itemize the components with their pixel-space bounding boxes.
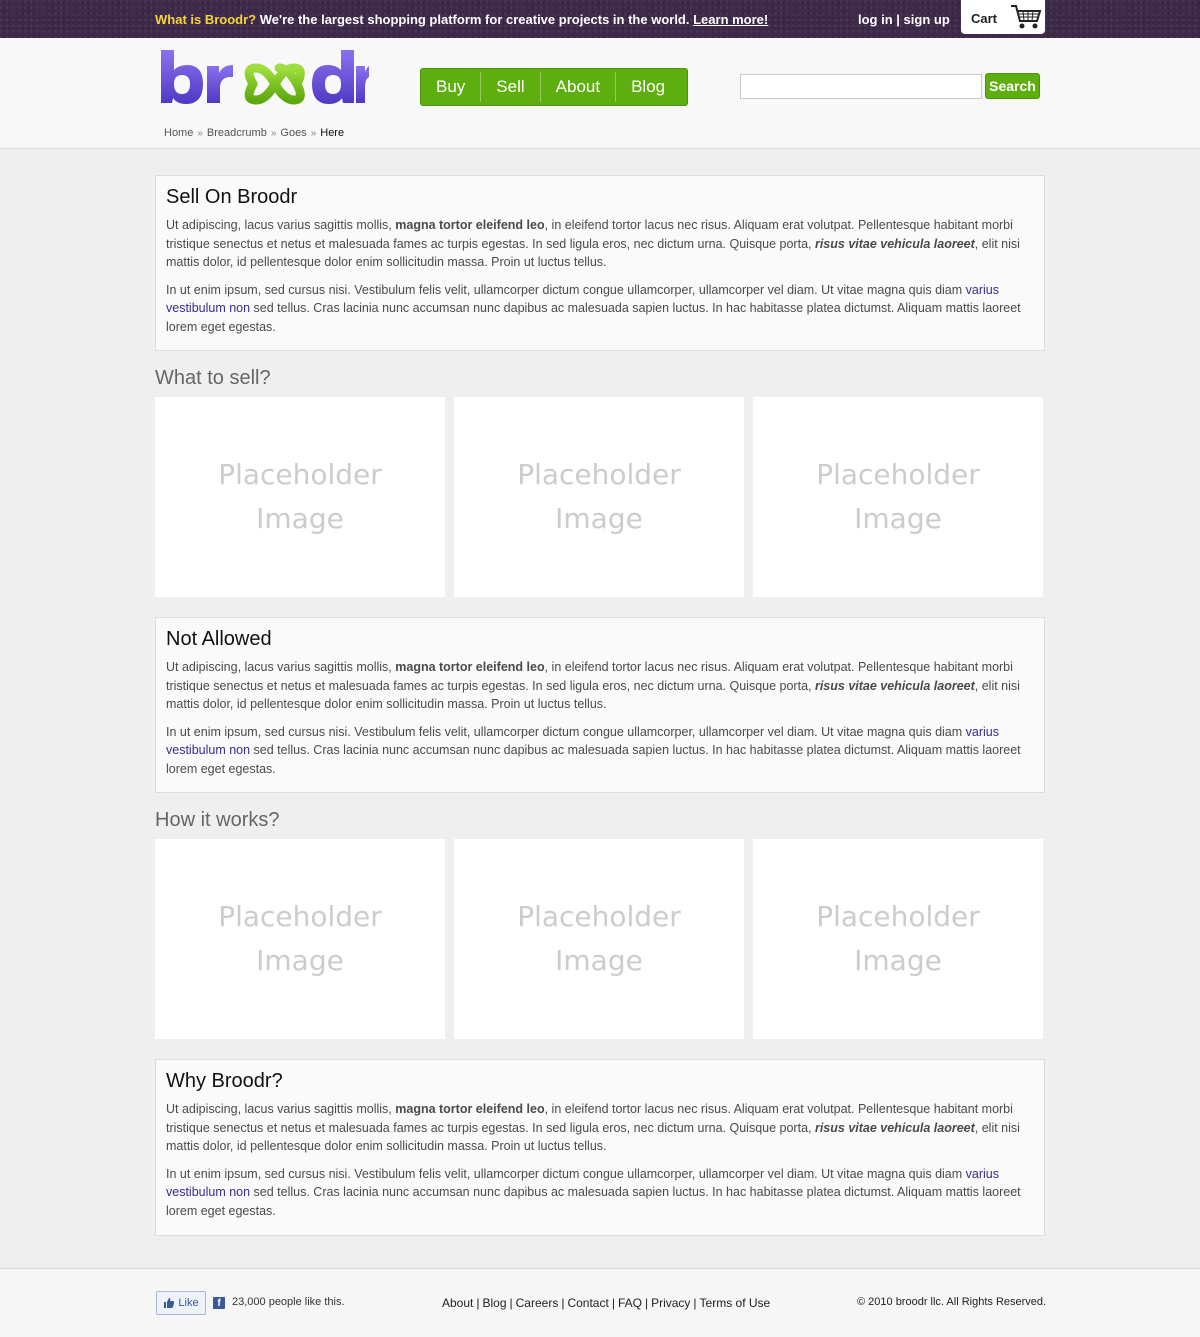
how-it-works-heading: How it works? — [155, 809, 280, 831]
search-input[interactable] — [740, 74, 982, 99]
like-count: 23,000 people like this. — [232, 1296, 345, 1308]
body-paragraph: In ut enim ipsum, sed cursus nisi. Vesti… — [166, 1166, 1021, 1218]
not-allowed-box: Not Allowed Ut adipiscing, lacus varius … — [155, 617, 1045, 793]
facebook-like-button[interactable]: Like — [156, 1291, 206, 1315]
breadcrumb: Home» Breadcrumb» Goes» Here — [164, 127, 344, 139]
why-broodr-box: Why Broodr? Ut adipiscing, lacus varius … — [155, 1059, 1045, 1236]
cart-button[interactable]: Cart — [961, 0, 1045, 34]
nav-sell[interactable]: Sell — [481, 72, 541, 102]
thumbs-up-icon — [164, 1298, 175, 1308]
footer-link-privacy[interactable]: Privacy — [651, 1296, 690, 1310]
placeholder-image[interactable]: Placeholder Image — [155, 397, 445, 597]
learn-more-link[interactable]: Learn more! — [693, 12, 768, 27]
placeholder-image[interactable]: Placeholder Image — [454, 397, 744, 597]
placeholder-image[interactable]: Placeholder Image — [454, 839, 744, 1039]
footer: Like f 23,000 people like this. About | Bl… — [0, 1268, 1200, 1337]
section-heading: Why Broodr? — [166, 1070, 283, 1092]
section-heading: Not Allowed — [166, 628, 272, 650]
top-bar: What is Broodr? We're the largest shoppi… — [0, 0, 1200, 38]
signup-link[interactable]: sign up — [904, 12, 950, 27]
body-paragraph: Ut adipiscing, lacus varius sagittis mol… — [166, 218, 1020, 269]
placeholder-image[interactable]: Placeholder Image — [753, 839, 1043, 1039]
footer-links: About | Blog | Careers | Contact | FAQ | Privacy | T… — [442, 1296, 771, 1310]
breadcrumb-separator: » — [310, 128, 317, 139]
search-button[interactable]: Search — [985, 73, 1040, 99]
what-to-sell-heading: What to sell? — [155, 367, 271, 389]
promo-text: We're the largest shopping platform for … — [256, 12, 694, 27]
nav-blog[interactable]: Blog — [616, 72, 680, 102]
what-to-sell-gallery: Placeholder Image Placeholder Image Placeh… — [155, 397, 1045, 597]
promo-question: What is Broodr? — [155, 12, 257, 27]
section-heading: Sell On Broodr — [166, 186, 298, 208]
placeholder-image[interactable]: Placeholder Image — [155, 839, 445, 1039]
placeholder-image[interactable]: Placeholder Image — [753, 397, 1043, 597]
nav-buy[interactable]: Buy — [421, 72, 482, 102]
auth-separator: | — [892, 12, 904, 27]
body-paragraph: Ut adipiscing, lacus varius sagittis mol… — [166, 660, 1020, 711]
copyright: © 2010 broodr llc. All Rights Reserved. — [857, 1296, 1047, 1308]
footer-link-blog[interactable]: Blog — [482, 1296, 506, 1310]
footer-link-careers[interactable]: Careers — [516, 1296, 559, 1310]
footer-link-faq[interactable]: FAQ — [618, 1296, 642, 1310]
breadcrumb-item[interactable]: Goes — [280, 127, 306, 139]
broodr-logo[interactable] — [157, 46, 369, 112]
how-it-works-gallery: Placeholder Image Placeholder Image Placeh… — [155, 839, 1045, 1039]
footer-link-about[interactable]: About — [442, 1296, 473, 1310]
body-paragraph: In ut enim ipsum, sed cursus nisi. Vesti… — [166, 724, 1021, 776]
breadcrumb-separator: » — [270, 128, 277, 139]
body-paragraph: Ut adipiscing, lacus varius sagittis mol… — [166, 1102, 1020, 1153]
like-label: Like — [178, 1297, 199, 1309]
header: Buy Sell About Blog Search Home» Breadcru… — [0, 38, 1200, 149]
facebook-icon: f — [213, 1297, 225, 1309]
nav-about[interactable]: About — [541, 72, 617, 102]
cart-label: Cart — [971, 11, 998, 26]
auth-links: log in | sign up — [858, 12, 950, 27]
breadcrumb-home[interactable]: Home — [164, 127, 193, 139]
main-nav: Buy Sell About Blog — [420, 68, 688, 106]
breadcrumb-separator: » — [197, 128, 203, 139]
breadcrumb-item[interactable]: Breadcrumb — [207, 127, 267, 139]
login-link[interactable]: log in — [858, 12, 893, 27]
promo-message: What is Broodr? We're the largest shoppi… — [155, 12, 768, 27]
footer-link-terms[interactable]: Terms of Use — [700, 1296, 771, 1310]
breadcrumb-current: Here — [320, 127, 345, 139]
sell-on-broodr-box: Sell On Broodr Ut adipiscing, lacus vari… — [155, 175, 1045, 351]
footer-link-contact[interactable]: Contact — [567, 1296, 608, 1310]
body-paragraph: In ut enim ipsum, sed cursus nisi. Vesti… — [166, 282, 1021, 334]
shopping-cart-icon — [1011, 5, 1042, 29]
